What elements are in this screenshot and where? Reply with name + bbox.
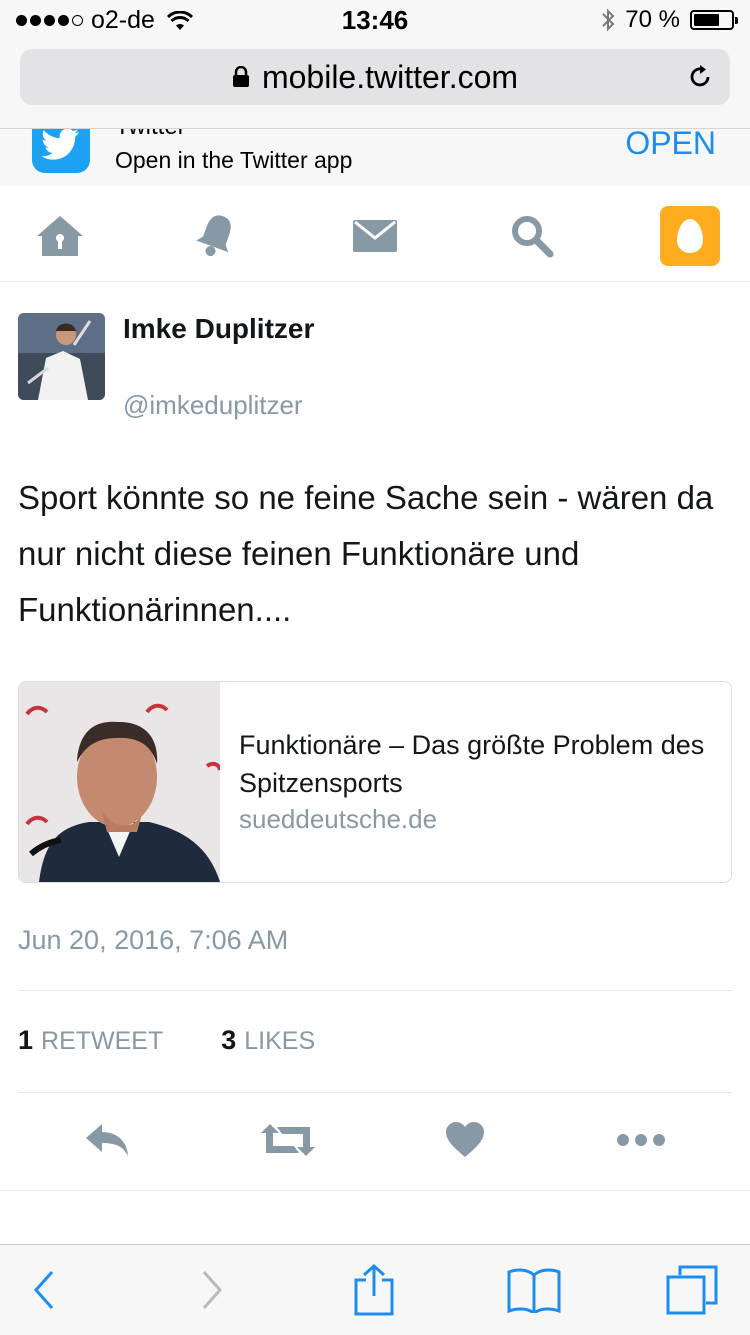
envelope-icon	[353, 220, 397, 252]
avatar-photo	[18, 313, 105, 400]
home-nav-item[interactable]	[30, 206, 90, 266]
retweet-icon	[261, 1124, 315, 1156]
user-display-name[interactable]: Imke Duplitzer	[123, 313, 314, 345]
battery-percent: 70 %	[625, 6, 680, 33]
home-icon	[37, 216, 83, 256]
likes-label: LIKES	[244, 1027, 316, 1055]
bookmarks-button[interactable]	[506, 1265, 562, 1315]
tweet-timestamp: Jun 20, 2016, 7:06 AM	[18, 925, 289, 955]
book-icon	[507, 1268, 561, 1313]
twitter-app-icon	[32, 129, 90, 173]
url-text: mobile.twitter.com	[261, 58, 519, 95]
card-thumbnail	[19, 682, 222, 882]
heart-icon	[446, 1122, 484, 1157]
like-button[interactable]	[440, 1118, 490, 1162]
retweet-label: RETWEET	[41, 1027, 164, 1055]
tweet-actions	[0, 1110, 750, 1170]
card-domain: sueddeutsche.de	[239, 804, 438, 834]
forward-button[interactable]	[184, 1265, 240, 1315]
share-icon	[354, 1264, 394, 1316]
egg-avatar-icon	[677, 219, 703, 253]
twitter-bird-icon	[42, 129, 79, 160]
more-icon	[617, 1134, 665, 1146]
divider	[18, 1092, 732, 1093]
retweet-button[interactable]	[260, 1118, 316, 1162]
reply-button[interactable]	[82, 1118, 132, 1162]
share-button[interactable]	[346, 1264, 402, 1316]
browser-toolbar	[0, 1244, 750, 1335]
reload-icon[interactable]	[686, 63, 714, 91]
open-app-button[interactable]: OPEN	[625, 129, 716, 162]
divider	[18, 990, 732, 991]
bell-icon	[196, 215, 231, 257]
more-button[interactable]	[616, 1118, 666, 1162]
search-icon	[512, 216, 554, 258]
reply-icon	[86, 1124, 128, 1156]
address-bar[interactable]: mobile.twitter.com	[20, 49, 730, 105]
tabs-button[interactable]	[664, 1265, 720, 1315]
banner-app-name: Twitter	[115, 129, 186, 141]
tabs-icon	[666, 1265, 718, 1315]
back-button[interactable]	[16, 1265, 72, 1315]
status-bar: o2-de 13:46 70 %	[0, 0, 750, 40]
tweet-text: Sport könnte so ne feine Sache sein - wä…	[18, 479, 714, 628]
twitter-nav-bar	[0, 186, 750, 282]
chevron-right-icon	[202, 1271, 223, 1309]
messages-nav-item[interactable]	[345, 206, 405, 266]
chevron-left-icon	[33, 1271, 54, 1309]
browser-address-area: mobile.twitter.com	[0, 40, 750, 128]
retweet-stat[interactable]: 1 RETWEET	[18, 1025, 163, 1056]
profile-nav-item[interactable]	[660, 206, 720, 266]
tweet-stats: 1 RETWEET 3 LIKES	[18, 1025, 315, 1056]
user-handle[interactable]: @imkeduplitzer	[123, 390, 303, 421]
banner-subtitle: Open in the Twitter app	[115, 147, 353, 173]
battery-icon	[690, 10, 738, 30]
retweet-count: 1	[18, 1025, 34, 1055]
likes-count: 3	[221, 1025, 237, 1055]
app-banner: Twitter Open in the Twitter app OPEN	[0, 128, 750, 187]
bluetooth-icon	[602, 8, 615, 32]
card-title: Funktionäre – Das größte Problem des Spi…	[239, 730, 705, 798]
profile-avatar[interactable]	[18, 313, 105, 400]
divider	[0, 1190, 750, 1191]
likes-stat[interactable]: 3 LIKES	[221, 1025, 315, 1056]
link-card[interactable]: Funktionäre – Das größte Problem des Spi…	[18, 681, 732, 883]
status-right: 70 %	[601, 6, 738, 34]
notifications-nav-item[interactable]	[186, 206, 246, 266]
lock-icon	[232, 66, 249, 87]
search-nav-item[interactable]	[502, 206, 562, 266]
